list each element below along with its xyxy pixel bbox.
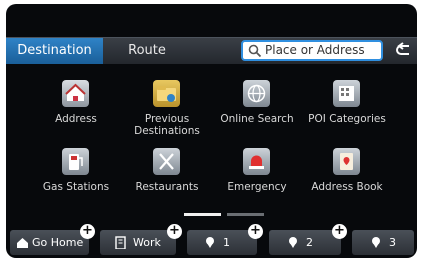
shortcut-favorite-1[interactable]: 1 + <box>187 224 263 255</box>
page-dot[interactable] <box>227 213 264 216</box>
navigation-screen: Destination Route Place or Address Addre… <box>6 4 417 258</box>
building-icon <box>333 80 360 107</box>
menu-label: Emergency <box>227 181 287 193</box>
fork-knife-icon <box>153 148 180 175</box>
shortcut-work[interactable]: Work + <box>100 224 182 255</box>
add-icon[interactable]: + <box>167 224 182 239</box>
menu-label: Online Search <box>220 113 294 125</box>
menu-item-address[interactable]: Address <box>31 80 121 140</box>
shortcut-label: 2 <box>306 236 313 249</box>
menu-item-online-search[interactable]: Online Search <box>212 80 302 140</box>
favorite-pin-icon <box>372 237 380 248</box>
add-icon[interactable]: + <box>80 224 95 239</box>
menu-item-emergency[interactable]: Emergency <box>212 148 302 208</box>
book-icon <box>333 148 360 175</box>
back-arrow-icon <box>396 42 409 55</box>
menu-label: POI Categories <box>308 113 386 125</box>
house-icon <box>62 80 89 107</box>
menu-label: Previous Destinations <box>134 113 200 137</box>
shortcut-label: Work <box>133 236 161 249</box>
shortcut-label: Go Home <box>32 236 84 249</box>
menu-item-restaurants[interactable]: Restaurants <box>122 148 212 208</box>
home-icon <box>17 238 28 248</box>
shortcut-label: 1 <box>223 236 230 249</box>
globe-icon <box>243 80 270 107</box>
favorite-pin-icon <box>289 237 297 248</box>
search-input[interactable]: Place or Address <box>241 40 383 61</box>
shortcut-label: 3 <box>389 236 396 249</box>
search-icon <box>248 44 262 58</box>
add-icon[interactable]: + <box>332 224 347 239</box>
add-icon[interactable]: + <box>248 224 263 239</box>
header-bar: Destination Route Place or Address <box>6 37 417 64</box>
tab-destination[interactable]: Destination <box>6 38 103 64</box>
menu-label: Gas Stations <box>42 181 110 193</box>
menu-item-gas-stations[interactable]: Gas Stations <box>31 148 121 208</box>
shortcut-favorite-3[interactable]: 3 <box>352 230 414 255</box>
siren-icon <box>243 148 270 175</box>
office-icon <box>115 236 126 249</box>
favorite-pin-icon <box>206 237 214 248</box>
page-dot-active[interactable] <box>184 213 221 216</box>
gas-pump-icon <box>62 148 89 175</box>
tab-route[interactable]: Route <box>104 38 190 64</box>
search-placeholder: Place or Address <box>265 43 365 57</box>
menu-item-previous-destinations[interactable]: Previous Destinations <box>122 80 212 140</box>
page-indicator <box>184 213 264 216</box>
shortcut-go-home[interactable]: Go Home + <box>10 224 95 255</box>
menu-label: Restaurants <box>135 181 199 193</box>
menu-label: Address <box>55 113 97 125</box>
menu-item-address-book[interactable]: Address Book <box>302 148 392 208</box>
back-button[interactable] <box>390 38 417 64</box>
shortcut-favorite-2[interactable]: 2 + <box>269 224 347 255</box>
menu-item-poi-categories[interactable]: POI Categories <box>302 80 392 140</box>
folder-icon <box>153 80 180 107</box>
menu-label: Address Book <box>311 181 383 193</box>
